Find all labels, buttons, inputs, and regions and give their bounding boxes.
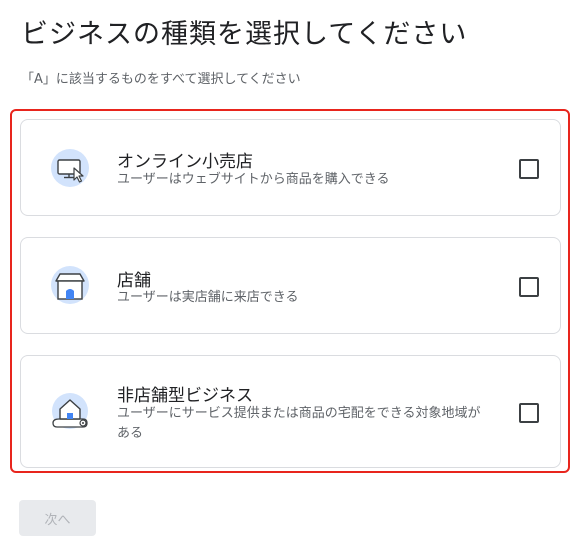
option-description: ユーザーにサービス提供または商品の宅配をできる対象地域がある xyxy=(117,406,481,441)
option-card-physical-store[interactable]: 店舗 ユーザーは実店舗に来店できる xyxy=(20,237,561,334)
option-title: オンライン小売店 xyxy=(117,152,253,172)
page-subtitle: 「A」に該当するものをすべて選択してください xyxy=(21,72,301,87)
option-card-service-area-business[interactable]: 非店舗型ビジネス ユーザーにサービス提供または商品の宅配をできる対象地域がある xyxy=(20,355,561,468)
option-description: ユーザーは実店舗に来店できる xyxy=(117,290,299,305)
next-button[interactable]: 次へ xyxy=(19,500,96,536)
option-checkbox-online-retail[interactable] xyxy=(519,159,539,179)
option-description: ユーザーはウェブサイトから商品を購入できる xyxy=(117,172,390,187)
option-checkbox-physical-store[interactable] xyxy=(519,277,539,297)
option-card-online-retail[interactable]: オンライン小売店 ユーザーはウェブサイトから商品を購入できる xyxy=(20,119,561,216)
computer-cursor-icon xyxy=(49,147,91,189)
option-checkbox-service-area-business[interactable] xyxy=(519,403,539,423)
house-map-pin-icon xyxy=(49,391,91,433)
option-title: 非店舗型ビジネス xyxy=(117,386,253,406)
page-title: ビジネスの種類を選択してください xyxy=(21,19,468,50)
storefront-icon xyxy=(49,264,91,306)
